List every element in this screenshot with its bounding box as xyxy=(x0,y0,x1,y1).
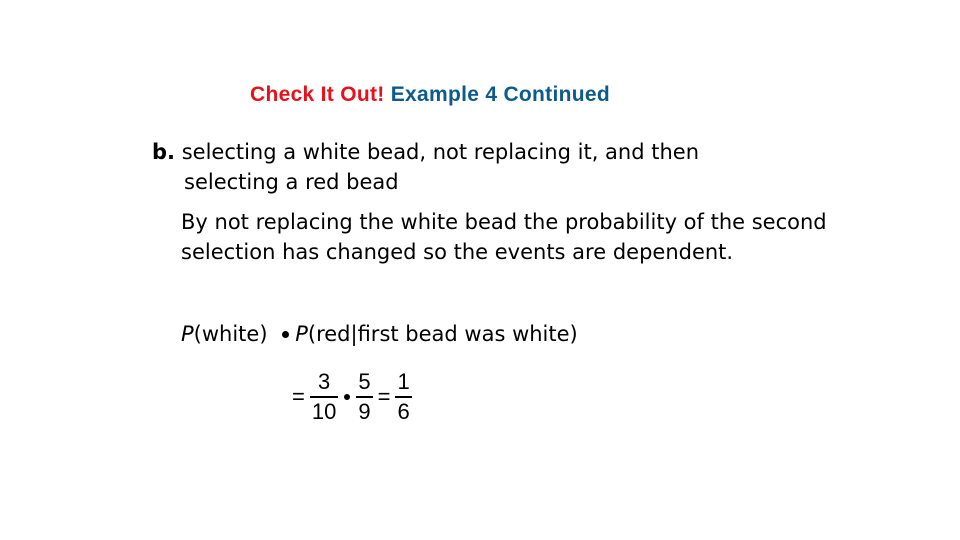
fraction-white: 3 10 xyxy=(309,369,339,424)
title-prefix: Check It Out! xyxy=(250,83,385,106)
part-label: b. xyxy=(152,140,176,164)
fraction-red: 5 9 xyxy=(356,369,373,424)
part-b-line1: selecting a white bead, not replacing it… xyxy=(181,140,700,164)
p2-symbol: P xyxy=(295,322,308,346)
part-b-line2: selecting a red bead xyxy=(184,170,399,194)
fraction-denominator: 9 xyxy=(358,398,371,424)
fraction-numerator: 5 xyxy=(358,369,371,394)
explanation-text: By not replacing the white bead the prob… xyxy=(181,210,827,264)
fraction-bar xyxy=(395,396,412,398)
fraction-denominator: 6 xyxy=(397,398,410,424)
problem-part-b: b. selecting a white bead, not replacing… xyxy=(152,137,832,197)
equals-sign: = xyxy=(292,383,305,409)
probability-expression: P(white) P(red|first bead was white) xyxy=(181,322,578,346)
slide-title: Check It Out! Example 4 Continued xyxy=(250,83,610,107)
fraction-denominator: 10 xyxy=(311,398,337,424)
fraction-bar xyxy=(309,396,339,398)
multiply-dot-icon xyxy=(282,330,290,338)
fraction-bar xyxy=(356,396,373,398)
p1-symbol: P xyxy=(181,322,194,346)
probability-equation: = 3 10 5 9 = 1 6 xyxy=(290,370,415,424)
fraction-numerator: 1 xyxy=(397,369,410,394)
multiply-dot-icon xyxy=(344,393,351,400)
fraction-numerator: 3 xyxy=(317,369,331,394)
p1-argument: (white) xyxy=(193,322,268,346)
equals-sign: = xyxy=(377,383,391,409)
title-suffix: Example 4 Continued xyxy=(390,83,610,106)
p2-argument: (red|first bead was white) xyxy=(307,322,578,346)
fraction-result: 1 6 xyxy=(395,369,412,424)
